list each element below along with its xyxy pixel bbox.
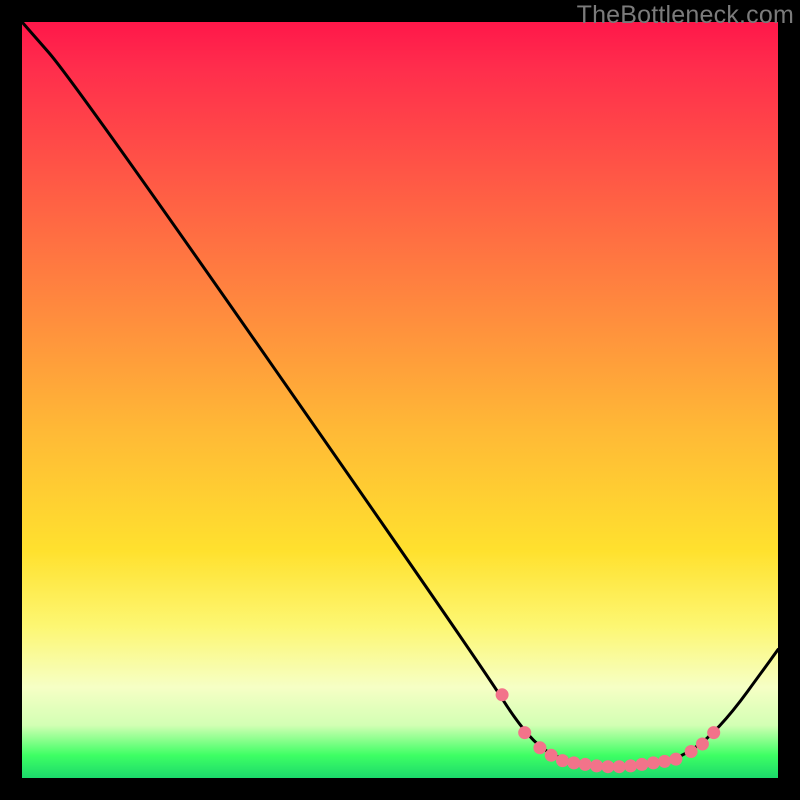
curve-marker bbox=[669, 753, 682, 766]
bottleneck-curve bbox=[22, 22, 778, 766]
curve-marker bbox=[579, 758, 592, 771]
watermark-text: TheBottleneck.com bbox=[577, 1, 794, 30]
curve-marker bbox=[533, 741, 546, 754]
curve-marker bbox=[496, 688, 509, 701]
chart-frame: TheBottleneck.com bbox=[0, 0, 800, 800]
curve-marker bbox=[601, 760, 614, 773]
curve-marker bbox=[518, 726, 531, 739]
curve-marker bbox=[556, 754, 569, 767]
curve-marker bbox=[696, 738, 709, 751]
curve-markers bbox=[496, 688, 721, 773]
chart-overlay bbox=[22, 22, 778, 778]
curve-marker bbox=[685, 745, 698, 758]
curve-marker bbox=[613, 760, 626, 773]
curve-marker bbox=[545, 749, 558, 762]
curve-marker bbox=[635, 758, 648, 771]
curve-marker bbox=[567, 756, 580, 769]
curve-marker bbox=[590, 759, 603, 772]
curve-marker bbox=[658, 755, 671, 768]
curve-marker bbox=[624, 759, 637, 772]
curve-marker bbox=[647, 756, 660, 769]
curve-marker bbox=[707, 726, 720, 739]
